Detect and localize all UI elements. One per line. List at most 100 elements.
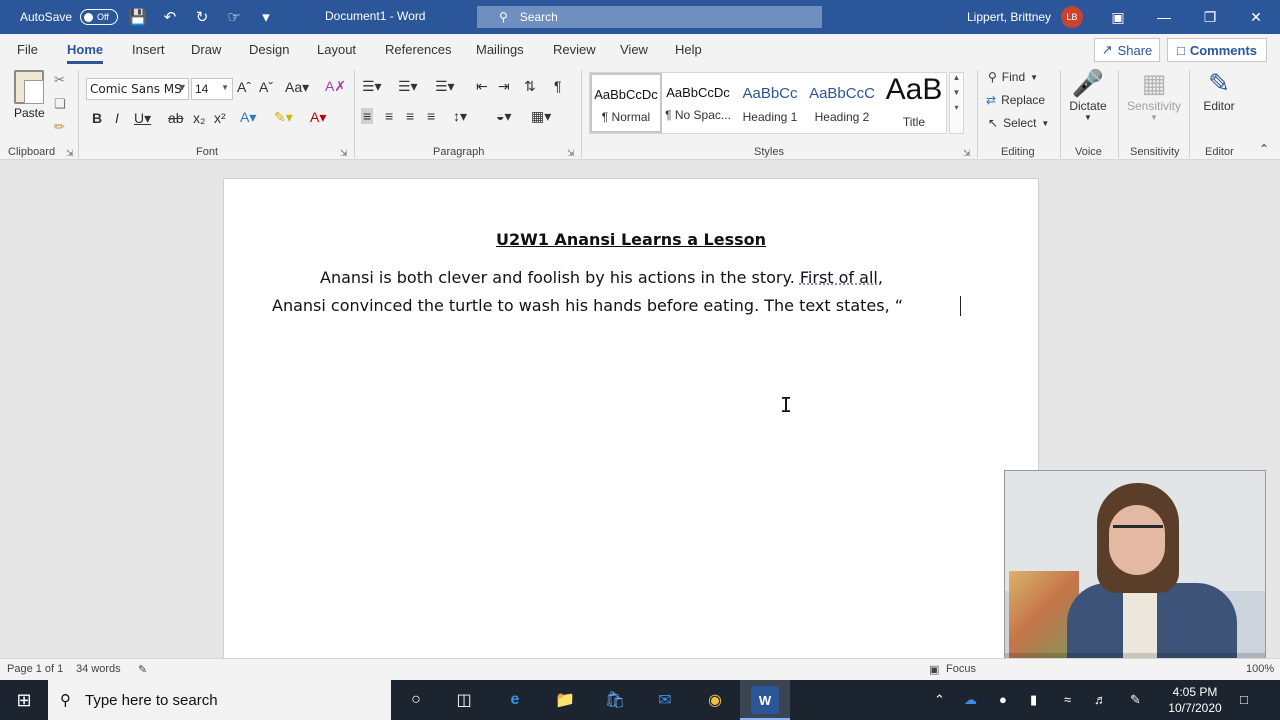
strikethrough-icon[interactable]: ab <box>168 110 184 126</box>
format-painter-icon[interactable]: ✏ <box>54 119 65 135</box>
cortana-icon[interactable]: ○ <box>402 686 430 714</box>
collapse-ribbon-icon[interactable]: ⌃ <box>1259 142 1269 156</box>
replace-button[interactable]: ⇄ Replace <box>986 93 1045 107</box>
show-formatting-icon[interactable]: ¶ <box>554 78 562 94</box>
scroll-up-icon[interactable]: ▲ <box>950 73 963 82</box>
task-view-icon[interactable]: ◫ <box>450 686 478 714</box>
paragraph-launcher-icon[interactable]: ⇲ <box>567 148 575 159</box>
styles-more-icon[interactable]: ▾ <box>950 103 963 112</box>
chrome-icon[interactable]: ◉ <box>701 686 729 714</box>
font-launcher-icon[interactable]: ⇲ <box>340 148 348 159</box>
show-hidden-icons-icon[interactable]: ⌃ <box>934 692 945 708</box>
justify-icon[interactable]: ≡ <box>427 108 435 124</box>
select-button[interactable]: ↖ Select ▼ <box>988 116 1049 130</box>
bold-icon[interactable]: B <box>92 110 102 126</box>
system-clock[interactable]: 4:05 PM 10/7/2020 <box>1160 684 1230 716</box>
style-title[interactable]: AaB Title <box>878 73 950 133</box>
network-icon[interactable]: ≈ <box>1064 692 1071 707</box>
pen-icon[interactable]: ✎ <box>1130 692 1141 708</box>
text-effects-icon[interactable]: A▾ <box>240 109 256 126</box>
grow-font-icon[interactable]: Aˆ <box>237 79 251 95</box>
save-icon[interactable]: 💾 <box>126 5 150 29</box>
word-count[interactable]: 34 words <box>76 663 121 675</box>
tab-design[interactable]: Design <box>249 42 289 57</box>
italic-icon[interactable]: I <box>115 110 119 126</box>
style-normal[interactable]: AaBbCcDc ¶ Normal <box>590 73 662 133</box>
onedrive-icon[interactable]: ☁ <box>964 692 977 708</box>
proofing-icon[interactable]: ✎ <box>138 663 147 676</box>
multilevel-list-icon[interactable]: ☰▾ <box>435 78 455 95</box>
increase-indent-icon[interactable]: ⇥ <box>498 78 510 95</box>
highlight-color-icon[interactable]: ✎▾ <box>274 109 293 126</box>
sensitivity-button[interactable]: ▦ Sensitivity ▼ <box>1124 68 1184 122</box>
word-icon[interactable]: W <box>751 686 779 714</box>
close-icon[interactable]: ✕ <box>1244 5 1268 29</box>
decrease-indent-icon[interactable]: ⇤ <box>476 78 488 95</box>
font-color-icon[interactable]: A▾ <box>310 109 326 126</box>
tab-review[interactable]: Review <box>553 42 596 57</box>
line-spacing-icon[interactable]: ↕▾ <box>453 108 467 125</box>
tab-draw[interactable]: Draw <box>191 42 221 57</box>
shading-icon[interactable]: ◒▾ <box>496 108 511 125</box>
taskbar-search[interactable]: ⚲ Type here to search <box>48 680 391 720</box>
cut-icon[interactable]: ✂ <box>54 72 65 88</box>
grammar-flag-text[interactable]: First of all <box>800 268 878 287</box>
notifications-icon[interactable]: □ <box>1240 692 1248 707</box>
mail-icon[interactable]: ✉ <box>651 686 679 714</box>
copy-icon[interactable]: ❏ <box>54 96 66 112</box>
borders-icon[interactable]: ▦▾ <box>531 108 551 125</box>
paste-icon[interactable] <box>14 70 44 104</box>
tab-insert[interactable]: Insert <box>132 42 165 57</box>
volume-icon[interactable]: ♬ <box>1094 692 1107 707</box>
focus-icon[interactable]: ▣ <box>929 663 939 676</box>
subscript-icon[interactable]: x₂ <box>193 110 205 126</box>
clipboard-launcher-icon[interactable]: ⇲ <box>66 148 74 159</box>
change-case-icon[interactable]: Aa▾ <box>285 79 309 96</box>
superscript-icon[interactable]: x² <box>214 110 226 126</box>
edge-icon[interactable]: e <box>501 686 529 714</box>
undo-icon[interactable]: ↶ <box>158 5 182 29</box>
style-heading-1[interactable]: AaBbCc Heading 1 <box>734 73 806 133</box>
align-left-icon[interactable]: ≡ <box>361 108 374 124</box>
webcam-overlay[interactable] <box>1004 470 1266 666</box>
windows-start-icon[interactable]: ⊞ <box>10 686 38 714</box>
file-explorer-icon[interactable]: 📁 <box>551 686 579 714</box>
find-button[interactable]: ⚲ Find ▼ <box>988 70 1038 84</box>
document-page[interactable]: U2W1 Anansi Learns a Lesson Anansi is bo… <box>223 178 1039 658</box>
share-button[interactable]: ↗ Share <box>1094 38 1160 62</box>
style-heading-2[interactable]: AaBbCcC Heading 2 <box>806 73 878 133</box>
style-no-spacing[interactable]: AaBbCcDc ¶ No Spac... <box>662 73 734 133</box>
tab-mailings[interactable]: Mailings <box>476 42 524 57</box>
editor-button[interactable]: ✎ Editor <box>1196 68 1242 113</box>
tab-help[interactable]: Help <box>675 42 702 57</box>
font-size-dropdown[interactable]: 14 ▼ <box>191 78 233 100</box>
bullets-icon[interactable]: ☰▾ <box>362 78 382 95</box>
tab-layout[interactable]: Layout <box>317 42 356 57</box>
paste-button-label[interactable]: Paste <box>14 106 45 120</box>
align-right-icon[interactable]: ≡ <box>406 108 414 124</box>
search-box[interactable]: ⚲ Search <box>477 6 822 28</box>
avatar[interactable]: LB <box>1061 6 1083 28</box>
styles-launcher-icon[interactable]: ⇲ <box>963 148 971 159</box>
user-name[interactable]: Lippert, Brittney <box>967 10 1051 24</box>
scroll-down-icon[interactable]: ▼ <box>950 88 963 97</box>
touch-mode-icon[interactable]: ☞ <box>222 5 246 29</box>
tab-home[interactable]: Home <box>67 42 104 64</box>
autosave-toggle[interactable]: Off <box>80 9 119 25</box>
styles-scrollbar[interactable]: ▲ ▼ ▾ <box>949 72 964 134</box>
tab-file[interactable]: File <box>17 42 38 57</box>
store-icon[interactable]: 🛍 <box>601 686 629 714</box>
zoom-level[interactable]: 100% <box>1246 663 1274 675</box>
ribbon-display-options-icon[interactable]: ▣ <box>1106 5 1130 29</box>
clear-formatting-icon[interactable]: A✗ <box>325 78 346 95</box>
tab-references[interactable]: References <box>385 42 451 57</box>
restore-icon[interactable]: ❐ <box>1198 5 1222 29</box>
dictate-button[interactable]: 🎤 Dictate ▼ <box>1066 68 1110 122</box>
tab-view[interactable]: View <box>620 42 648 57</box>
customize-toolbar-icon[interactable]: ▾ <box>254 5 278 29</box>
underline-icon[interactable]: U▾ <box>134 110 151 127</box>
focus-button[interactable]: Focus <box>946 663 976 675</box>
align-center-icon[interactable]: ≡ <box>385 108 393 124</box>
sort-icon[interactable]: ⇅ <box>524 78 536 95</box>
minimize-icon[interactable]: — <box>1152 5 1176 29</box>
